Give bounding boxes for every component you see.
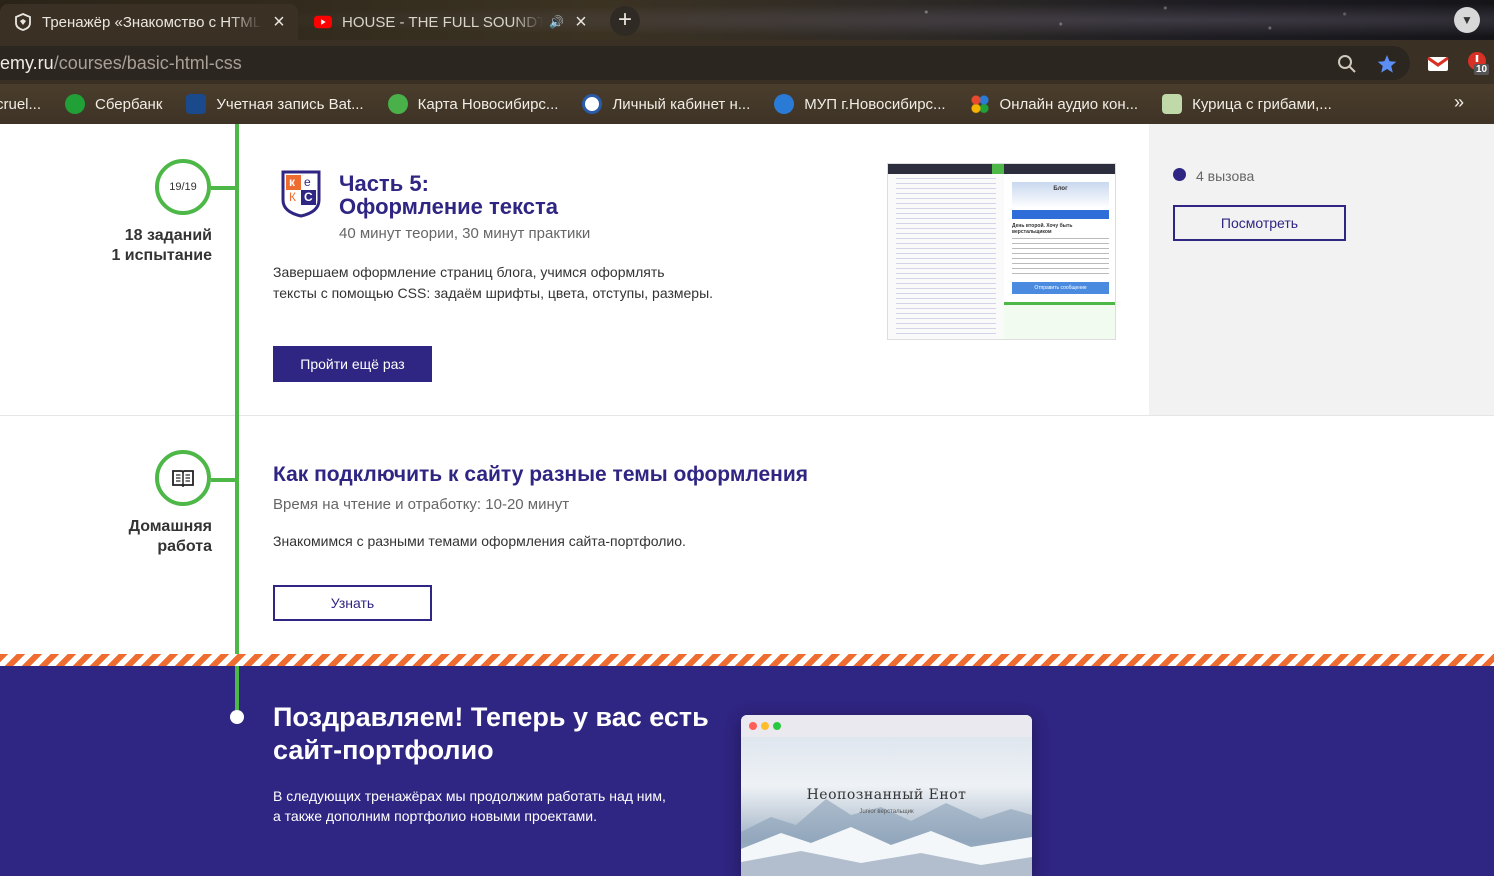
window-max-dot-icon (773, 722, 781, 730)
tasks-count: 18 заданий (124, 227, 212, 244)
speaker-icon[interactable]: 🔊 (549, 15, 564, 29)
recipe-icon (1162, 94, 1183, 114)
youtube-icon (314, 13, 332, 31)
tab-active[interactable]: Тренажёр «Знакомство с HTML и CSS» × (0, 4, 298, 40)
homework-description: Знакомимся с разными темами оформления с… (273, 533, 686, 549)
bookmark-map[interactable]: Карта Новосибирс... (387, 94, 558, 114)
map-icon (387, 94, 408, 114)
url-text: emy.ru/courses/basic-html-css (0, 52, 242, 73)
battlenet-icon (186, 94, 207, 114)
timeline-line (235, 124, 239, 720)
sberbank-icon (65, 94, 86, 114)
new-tab-button[interactable]: + (610, 6, 640, 36)
bookmark-audio[interactable]: Онлайн аудио кон... (969, 94, 1138, 114)
bookmark-sberbank[interactable]: Сбербанк (65, 94, 162, 114)
window-close-dot-icon (749, 722, 757, 730)
timeline-connector (211, 186, 235, 190)
bookmark-star-icon[interactable] (1376, 53, 1398, 75)
bookmark-recipe[interactable]: Курица с грибами,... (1162, 94, 1332, 114)
tab-title: Тренажёр «Знакомство с HTML и CSS» (42, 13, 262, 31)
bookmarks-overflow-button[interactable]: » (1454, 92, 1464, 113)
gmail-badge: 10 (1474, 64, 1490, 75)
section-divider (0, 415, 1494, 416)
tests-count: 1 испытание (111, 247, 212, 264)
part-stats: 18 заданий 1 испытание (32, 226, 212, 266)
window-titlebar (741, 715, 1032, 737)
water-icon (774, 94, 795, 114)
notifications-extension-icon[interactable]: 10 (1466, 50, 1490, 76)
cabinet-icon (582, 94, 603, 114)
close-tab-icon[interactable]: × (270, 12, 288, 32)
progress-circle: 19/19 (155, 159, 211, 215)
course-page: 19/19 18 заданий 1 испытание к е К С Час… (0, 124, 1494, 876)
zoom-search-icon[interactable] (1336, 53, 1358, 75)
part-description: Завершаем оформление страниц блога, учим… (273, 264, 714, 301)
toolbar: emy.ru/courses/basic-html-css 10 (0, 40, 1494, 84)
homework-circle (155, 450, 211, 506)
htmlacademy-favicon-icon (14, 13, 32, 31)
mountains-image: Неопознанный Енот Junior верстальщик (741, 737, 1032, 876)
challenges-dot-icon (1173, 168, 1186, 181)
audio-icon (969, 94, 990, 114)
close-tab-icon[interactable]: × (572, 12, 590, 32)
congrats-title: Поздравляем! Теперь у вас есть сайт-порт… (273, 702, 709, 765)
view-challenges-button[interactable]: Посмотреть (1173, 205, 1346, 241)
bookmarks-bar: cruel... Сбербанк Учетная запись Bat... … (0, 84, 1494, 124)
stripe-divider (0, 654, 1494, 666)
portfolio-role: Junior верстальщик (859, 809, 914, 815)
progress-text: 19/19 (169, 181, 197, 193)
bookmark-cruel[interactable]: cruel... (0, 96, 41, 113)
retry-button[interactable]: Пройти ещё раз (273, 346, 432, 382)
challenges-count: 4 вызова (1196, 168, 1255, 184)
homework-duration: Время на чтение и отработку: 10-20 минут (273, 496, 570, 513)
learn-button[interactable]: Узнать (273, 585, 432, 621)
part-logo-icon: к е К С (281, 170, 321, 218)
bookmark-mup[interactable]: МУП г.Новосибирс... (774, 94, 946, 114)
tab-strip: Тренажёр «Знакомство с HTML и CSS» × HOU… (0, 0, 1494, 40)
part-preview-image[interactable]: Блог День второй. Хочу быть верстальщико… (887, 163, 1116, 340)
timeline-end-dot (230, 710, 244, 724)
window-min-dot-icon (761, 722, 769, 730)
part-duration: 40 минут теории, 30 минут практики (339, 225, 591, 242)
address-bar[interactable]: emy.ru/courses/basic-html-css (0, 46, 1410, 80)
tab-youtube[interactable]: HOUSE - THE FULL SOUNDTRACK 🔊 × (300, 4, 600, 40)
tab-search-chevron-icon[interactable]: ▼ (1454, 7, 1480, 33)
bookmark-cabinet[interactable]: Личный кабинет н... (582, 94, 750, 114)
portfolio-name: Неопознанный Енот (806, 787, 967, 803)
congrats-text: В следующих тренажёрах мы продолжим рабо… (273, 788, 666, 824)
homework-title[interactable]: Как подключить к сайту разные темы оформ… (273, 463, 808, 486)
portfolio-preview[interactable]: Неопознанный Енот Junior верстальщик (741, 715, 1032, 876)
homework-label: Домашняя работа (128, 518, 212, 555)
gmail-extension-icon[interactable] (1426, 52, 1450, 76)
tab-title: HOUSE - THE FULL SOUNDTRACK (342, 13, 544, 31)
timeline-end-line (235, 666, 239, 710)
timeline-connector (211, 478, 235, 482)
bookmark-battlenet[interactable]: Учетная запись Bat... (186, 94, 364, 114)
book-icon (172, 470, 194, 487)
part-title: Часть 5: Оформление текста (339, 171, 558, 219)
